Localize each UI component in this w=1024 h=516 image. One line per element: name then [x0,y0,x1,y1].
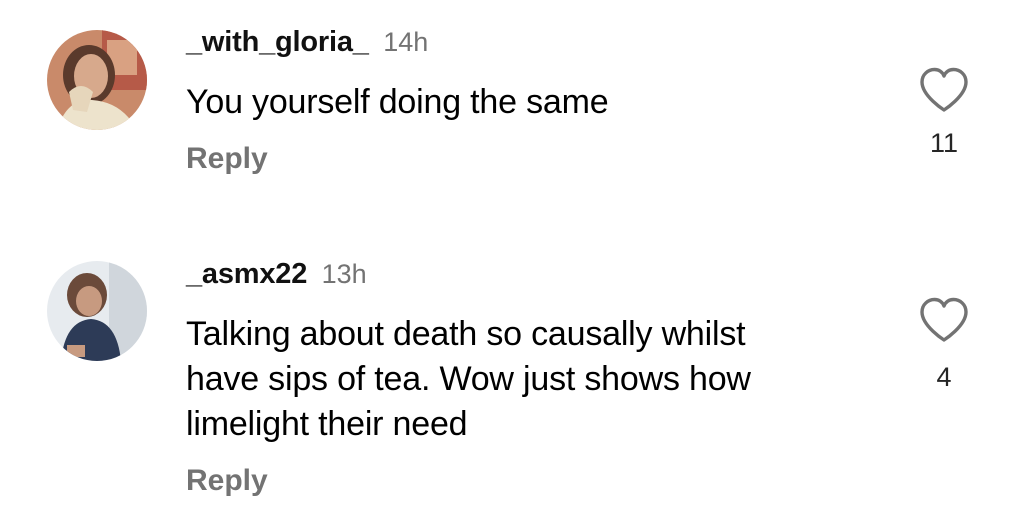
like-button[interactable] [918,66,970,114]
timestamp: 14h [383,27,429,57]
comment-item: _asmx22 13h Talking about death so causa… [0,230,1024,516]
like-count: 11 [929,128,959,158]
comment-header: _with_gloria_ 14h [186,28,428,57]
heart-outline-icon [920,67,968,112]
comment-item: _with_gloria_ 14h You yourself doing the… [0,0,1024,200]
timestamp: 13h [321,259,367,289]
comment-header: _asmx22 13h [186,260,367,289]
username[interactable]: _with_gloria_ [186,26,369,58]
like-button[interactable] [918,296,970,344]
comment-text: You yourself doing the same [186,83,609,121]
like-count: 4 [936,362,952,392]
avatar[interactable] [47,261,147,361]
reply-button[interactable]: Reply [186,466,268,496]
username[interactable]: _asmx22 [186,258,307,290]
reply-button[interactable]: Reply [186,144,268,174]
avatar[interactable] [47,30,147,130]
heart-outline-icon [920,297,968,342]
comment-text: Talking about death so causally whilst h… [186,315,751,443]
